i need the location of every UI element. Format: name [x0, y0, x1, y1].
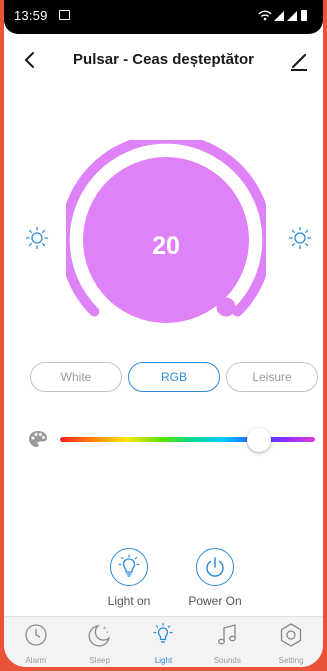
tab-sounds[interactable]: Sounds: [195, 617, 259, 667]
color-slider-thumb[interactable]: [246, 428, 271, 452]
lightbulb-icon: [118, 554, 140, 577]
phone-screen: 13:59 Pulsar - Ceas deșteptător 20 White…: [4, 0, 323, 667]
moon-icon: * *: [88, 625, 110, 647]
mode-white-button[interactable]: White: [30, 362, 122, 392]
brightness-value: 20: [152, 232, 180, 260]
light-mode-selector: White RGB Leisure: [30, 362, 320, 392]
page-title: Pulsar - Ceas deșteptător: [73, 51, 254, 68]
light-on-action[interactable]: Light on: [94, 548, 164, 608]
mode-leisure-button[interactable]: Leisure: [226, 362, 318, 392]
power-icon: [206, 557, 224, 577]
clock-icon: [25, 624, 47, 646]
brightness-low-icon: [25, 226, 49, 250]
image-notification-icon: [59, 10, 70, 20]
gear-icon: [280, 623, 302, 647]
music-note-icon: [218, 624, 237, 645]
tab-sounds-label: Sounds: [213, 656, 241, 665]
tab-sleep[interactable]: * * Sleep: [68, 617, 132, 667]
brightness-dial[interactable]: 20: [59, 133, 273, 340]
tab-sleep-label: Sleep: [89, 656, 110, 665]
mode-rgb-button[interactable]: RGB: [128, 362, 220, 392]
tab-alarm[interactable]: Alarm: [4, 617, 68, 667]
system-status-icons: [258, 10, 307, 21]
dial-knob[interactable]: [216, 297, 236, 317]
bulb-icon: [153, 622, 174, 643]
svg-text:*: *: [106, 631, 109, 637]
power-on-button[interactable]: [196, 548, 234, 586]
light-on-label: Light on: [107, 594, 151, 608]
status-time: 13:59: [14, 8, 48, 23]
power-on-label: Power On: [188, 594, 242, 608]
tab-alarm-label: Alarm: [25, 656, 47, 665]
bottom-tab-bar: Alarm * * Sleep Light Sounds Setting: [4, 616, 323, 667]
edit-pencil-icon[interactable]: [287, 46, 311, 74]
status-bar: 13:59: [4, 0, 323, 34]
tab-setting[interactable]: Setting: [259, 617, 323, 667]
app-header: Pulsar - Ceas deșteptător: [4, 34, 323, 88]
tab-setting-label: Setting: [278, 656, 304, 665]
brightness-high-icon: [288, 226, 312, 250]
tab-light[interactable]: Light: [132, 617, 196, 667]
palette-icon: [29, 431, 47, 447]
back-arrow-icon[interactable]: [18, 46, 42, 74]
color-slider-track[interactable]: [60, 437, 315, 442]
tab-light-label: Light: [154, 656, 173, 665]
light-on-button[interactable]: [110, 548, 148, 586]
power-on-action[interactable]: Power On: [180, 548, 250, 608]
